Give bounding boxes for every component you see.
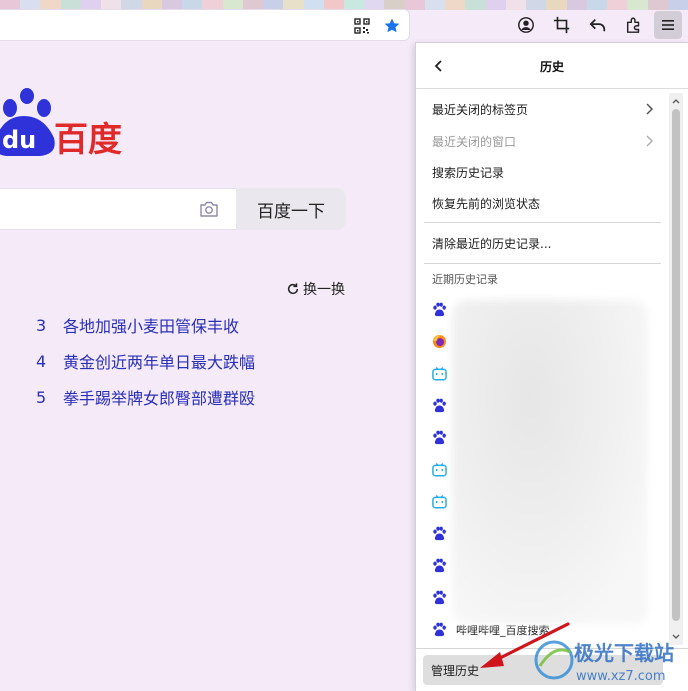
browser-toolbar: [0, 0, 688, 48]
chevron-right-icon: [646, 135, 654, 147]
address-bar[interactable]: [0, 9, 410, 41]
menu-icon[interactable]: [654, 11, 682, 39]
qr-code-icon[interactable]: [350, 14, 374, 38]
hot-search-item[interactable]: 5 拳手踢举牌女郎臀部遭群殴: [36, 379, 255, 415]
baidu-icon: [432, 622, 447, 637]
camera-search-icon[interactable]: [198, 198, 220, 220]
menu-label: 搜索历史记录: [432, 165, 505, 180]
recent-history-label: 近期历史记录: [432, 273, 498, 286]
firefox-icon: [432, 334, 447, 349]
search-button[interactable]: 百度一下: [236, 188, 346, 230]
logo-paw-toe: [20, 88, 34, 104]
hot-rank: 3: [36, 315, 47, 335]
hot-search-item[interactable]: 3 各地加强小麦田管保丰收: [36, 307, 255, 343]
hot-rank: 4: [36, 351, 47, 371]
undo-icon[interactable]: [584, 11, 612, 39]
bookmark-star-icon[interactable]: [380, 14, 404, 38]
panel-title: 历史: [539, 60, 564, 74]
chevron-right-icon: [646, 103, 654, 115]
hot-search-item[interactable]: 4 黄金创近两年单日最大跌幅: [36, 343, 255, 379]
panel-scrollbar[interactable]: [669, 93, 683, 645]
hot-title: 黄金创近两年单日最大跌幅: [63, 353, 256, 372]
bilibili-icon: [432, 494, 447, 509]
refresh-label: 换一换: [303, 282, 345, 298]
logo-du-text: du: [2, 126, 36, 154]
clear-recent-history[interactable]: 清除最近的历史记录...: [424, 228, 662, 258]
hot-search-list: 3 各地加强小麦田管保丰收 4 黄金创近两年单日最大跌幅 5 拳手踢举牌女郎臀部…: [36, 307, 255, 415]
recently-closed-tabs[interactable]: 最近关闭的标签页: [424, 94, 662, 124]
baidu-icon: [432, 526, 447, 541]
refresh-hot-button[interactable]: 换一换: [286, 279, 345, 299]
logo-text: 百度: [54, 120, 122, 160]
refresh-icon: [287, 283, 299, 295]
divider: [415, 648, 688, 649]
screenshot-icon[interactable]: [548, 11, 576, 39]
extensions-icon[interactable]: [620, 11, 648, 39]
panel-header: 历史: [416, 43, 688, 89]
menu-label: 清除最近的历史记录...: [432, 236, 552, 251]
baidu-icon: [432, 398, 447, 413]
menu-label: 恢复先前的浏览状态: [432, 196, 541, 211]
logo-paw-toe: [3, 99, 17, 117]
search-history[interactable]: 搜索历史记录: [424, 157, 662, 187]
scroll-up-icon[interactable]: [669, 94, 683, 108]
manage-history-button[interactable]: 管理历史: [423, 655, 663, 685]
baidu-icon: [432, 558, 447, 573]
baidu-icon: [432, 430, 447, 445]
bilibili-icon: [432, 462, 447, 477]
blurred-history-titles: [452, 300, 648, 624]
account-icon[interactable]: [512, 11, 540, 39]
scroll-down-icon[interactable]: [669, 630, 683, 644]
baidu-logo[interactable]: du 百度: [0, 88, 140, 166]
menu-label: 最近关闭的窗口: [432, 134, 517, 149]
hot-rank: 5: [36, 387, 47, 407]
bilibili-icon: [432, 366, 447, 381]
recently-closed-windows[interactable]: 最近关闭的窗口: [424, 126, 662, 156]
logo-paw-toe: [37, 99, 51, 117]
divider: [424, 222, 661, 223]
history-entry-label: 哔哩哔哩_百度搜索: [456, 624, 550, 637]
baidu-icon: [432, 590, 447, 605]
hot-title: 拳手踢举牌女郎臀部遭群殴: [63, 389, 256, 408]
scroll-thumb[interactable]: [672, 109, 680, 621]
divider: [424, 263, 661, 264]
menu-label: 最近关闭的标签页: [432, 102, 529, 117]
baidu-icon: [432, 302, 447, 317]
hot-title: 各地加强小麦田管保丰收: [63, 317, 240, 336]
restore-session[interactable]: 恢复先前的浏览状态: [424, 188, 662, 218]
